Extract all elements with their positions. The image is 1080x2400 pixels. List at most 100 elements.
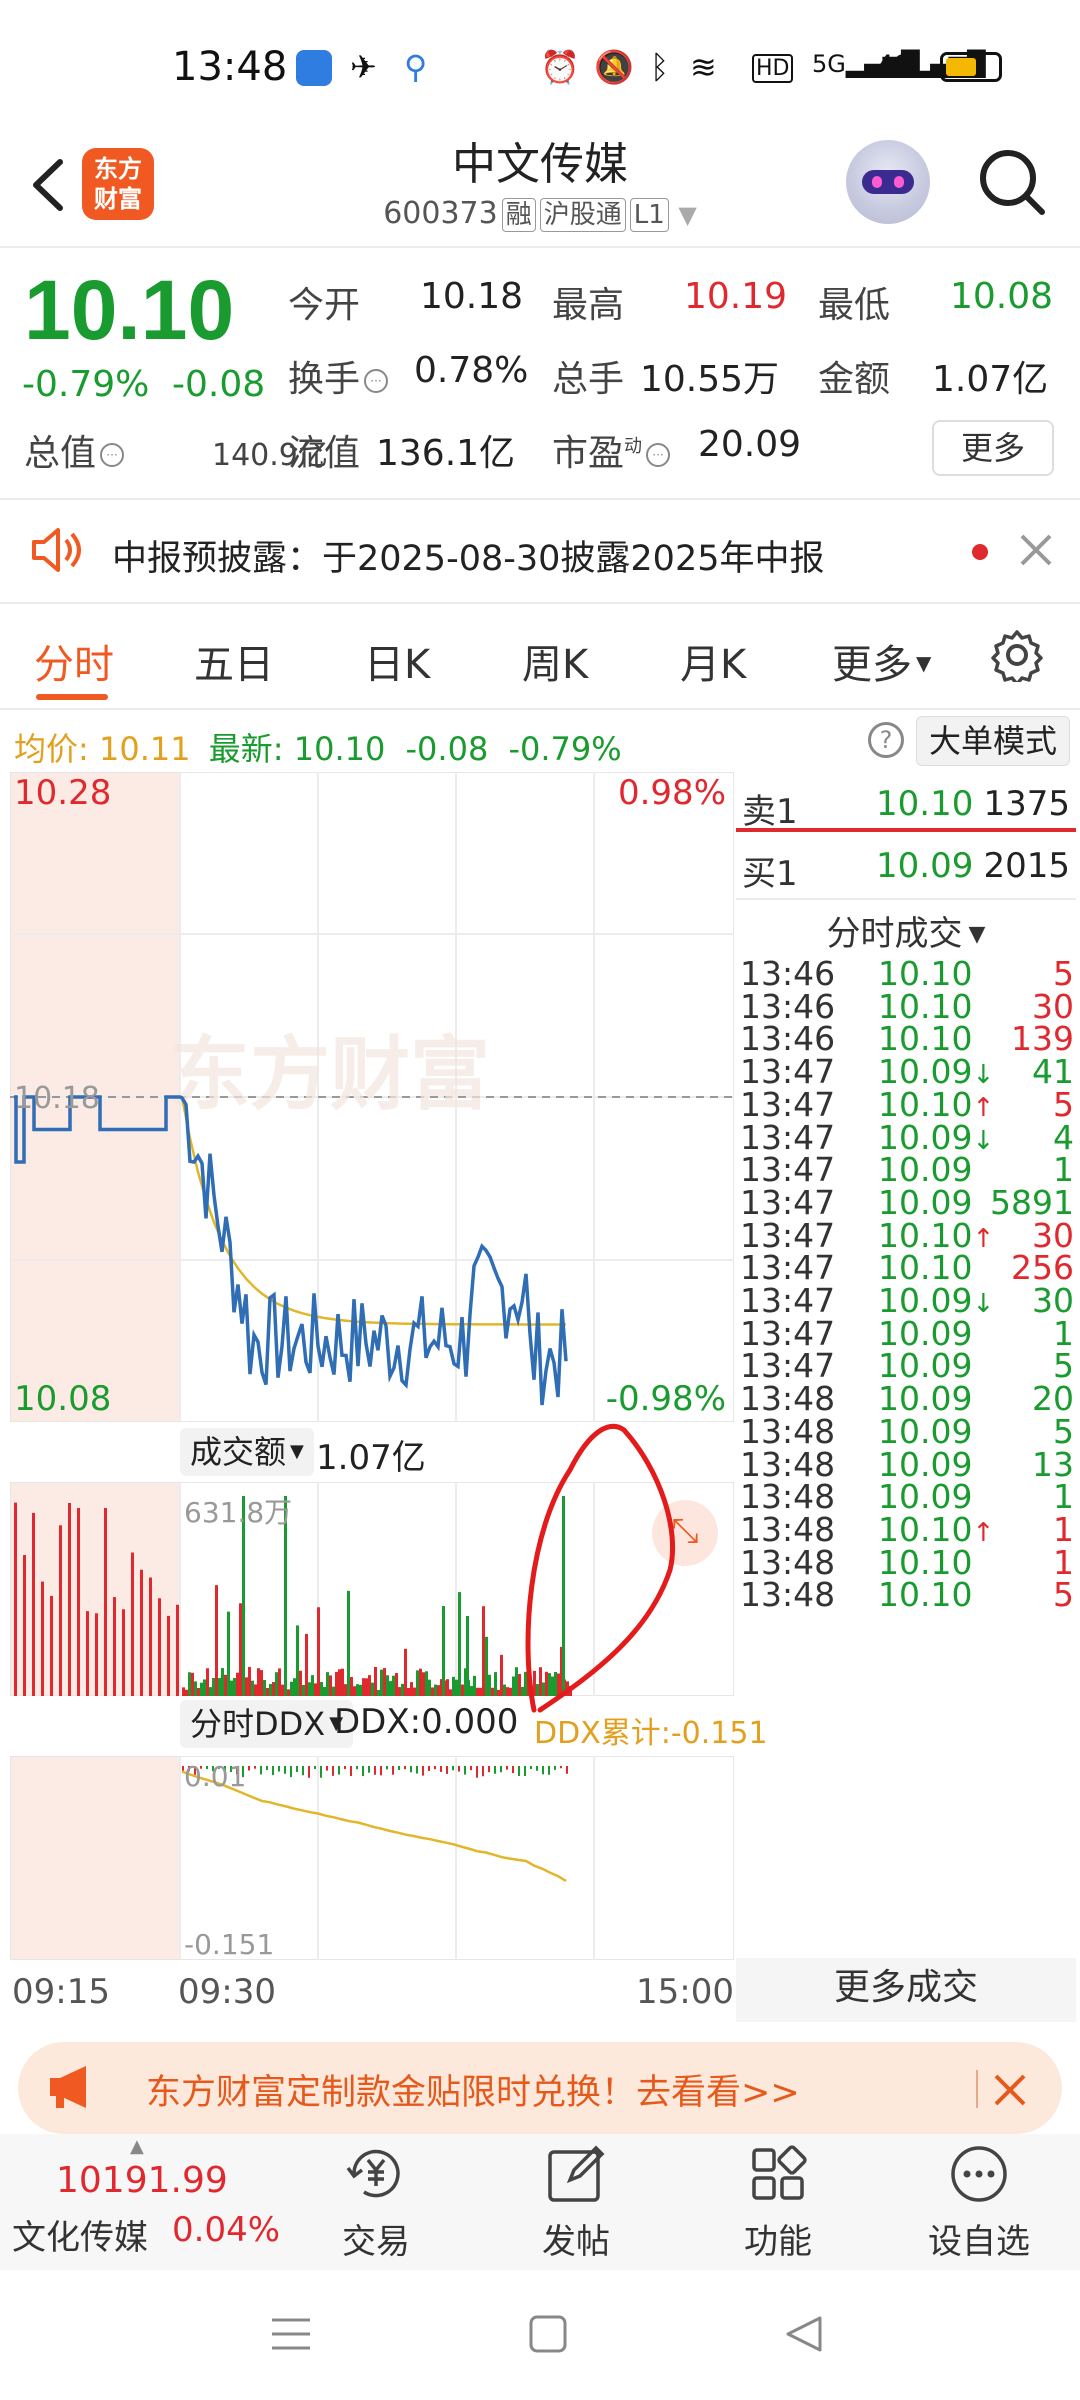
high-value: 10.19 bbox=[684, 276, 788, 317]
volume-bar bbox=[215, 1585, 218, 1696]
system-nav-bar bbox=[0, 2270, 1080, 2400]
menu-icon[interactable] bbox=[270, 2314, 312, 2354]
trade-time: 13:48 bbox=[740, 1575, 836, 1615]
ddx-bar bbox=[452, 1766, 454, 1771]
functions-button[interactable]: 功能 bbox=[718, 2142, 838, 2263]
ddx-bar bbox=[530, 1766, 532, 1769]
intraday-price-chart[interactable]: 东方财富 10.28 10.18 10.08 0.98% -0.98% bbox=[10, 772, 734, 1422]
volume-bar bbox=[473, 1675, 476, 1696]
ddx-bar bbox=[338, 1766, 340, 1775]
robot-icon bbox=[862, 170, 914, 194]
pe-label: 市盈动 ··· bbox=[552, 424, 674, 476]
volume-bar bbox=[224, 1674, 227, 1696]
volume-bar bbox=[332, 1686, 335, 1696]
volume-bar bbox=[353, 1686, 356, 1696]
ddx-bar bbox=[422, 1766, 424, 1776]
trades-header[interactable]: 分时成交 ▼ bbox=[736, 898, 1076, 955]
ddx-bar bbox=[350, 1766, 352, 1776]
volume-bar bbox=[512, 1676, 515, 1696]
volume-bar bbox=[251, 1680, 254, 1696]
info-icon[interactable]: ··· bbox=[646, 443, 671, 467]
volume-bar bbox=[449, 1689, 452, 1696]
divider bbox=[0, 602, 1080, 604]
announcement-text[interactable]: 中报预披露：于2025-08-30披露2025年中报 bbox=[112, 530, 824, 581]
volume-bar bbox=[494, 1672, 497, 1696]
functions-label: 功能 bbox=[744, 2222, 812, 2262]
help-icon[interactable]: ? bbox=[868, 722, 904, 758]
volume-bar bbox=[425, 1671, 428, 1696]
tab-weekly-k[interactable]: 周K bbox=[522, 632, 588, 690]
tab-intraday[interactable]: 分时 bbox=[34, 632, 114, 690]
ddx-bar bbox=[398, 1766, 400, 1771]
more-circle-icon bbox=[951, 2146, 1007, 2202]
change-value: -0.08 bbox=[172, 364, 266, 405]
more-trades-button[interactable]: 更多成交 bbox=[736, 1958, 1076, 2022]
ddx-bar bbox=[320, 1766, 322, 1778]
caret-down-icon: ▼ bbox=[916, 651, 932, 675]
ddx-bar bbox=[392, 1766, 394, 1775]
volume-bar bbox=[485, 1636, 488, 1696]
index-value: 10191.99 bbox=[56, 2160, 228, 2201]
info-icon[interactable]: ··· bbox=[100, 443, 125, 467]
big-order-mode-button[interactable]: 大单模式 bbox=[916, 716, 1070, 766]
trade-price: 10.10 bbox=[878, 1575, 973, 1615]
tab-five-day[interactable]: 五日 bbox=[194, 632, 274, 690]
volume-bar bbox=[452, 1676, 455, 1696]
sell1-row: 卖1 10.10 1375 bbox=[736, 770, 1076, 832]
volume-bar bbox=[230, 1680, 233, 1696]
ddx-bar bbox=[560, 1766, 562, 1769]
promo-text[interactable]: 东方财富定制款金贴限时兑换！去看看>> bbox=[146, 2064, 800, 2115]
index-ticker[interactable]: ▲ 10191.99 文化传媒 0.04% bbox=[0, 2134, 290, 2270]
ddx-bar bbox=[440, 1766, 442, 1772]
ddx-bar bbox=[362, 1766, 364, 1777]
volume-bar bbox=[122, 1609, 125, 1696]
post-button[interactable]: 发帖 bbox=[516, 2142, 636, 2263]
volume-bar bbox=[257, 1668, 260, 1696]
volume-bar bbox=[200, 1682, 203, 1696]
home-icon[interactable] bbox=[528, 2314, 568, 2354]
buy1-row: 买1 10.09 2015 bbox=[736, 832, 1076, 894]
ddx-bar bbox=[344, 1766, 346, 1769]
more-quote-button[interactable]: 更多 bbox=[932, 420, 1054, 476]
volume-bar bbox=[422, 1672, 425, 1696]
tab-monthly-k[interactable]: 月K bbox=[680, 632, 746, 690]
volume-bar bbox=[455, 1679, 458, 1696]
back-nav-icon[interactable] bbox=[784, 2314, 824, 2354]
latest-change: -0.08 bbox=[405, 730, 489, 768]
info-icon[interactable]: ··· bbox=[364, 369, 389, 393]
ddx-bar bbox=[494, 1766, 496, 1774]
low-label: 最低 bbox=[818, 285, 891, 326]
buy1-label: 买1 bbox=[742, 854, 798, 894]
ddx-bar bbox=[284, 1766, 286, 1774]
volume-bar bbox=[428, 1679, 431, 1696]
volume-bar bbox=[41, 1581, 44, 1696]
volume-bar bbox=[290, 1681, 293, 1696]
sell1-price: 10.10 bbox=[876, 784, 974, 824]
notification-app-icon bbox=[296, 50, 332, 86]
chart-settings-button[interactable] bbox=[990, 628, 1044, 686]
volume-bar bbox=[479, 1687, 482, 1696]
trade-row: 13:48 10.10 5 bbox=[740, 1575, 1074, 1625]
add-watchlist-button[interactable]: 设自选 bbox=[914, 2142, 1044, 2263]
volume-bar bbox=[191, 1672, 194, 1696]
trade-button[interactable]: 交易 bbox=[316, 2142, 436, 2263]
ddx-bar bbox=[416, 1766, 418, 1774]
volume-bar bbox=[383, 1668, 386, 1696]
search-button[interactable] bbox=[976, 146, 1048, 218]
volume-bar bbox=[506, 1687, 509, 1696]
volume-bar bbox=[278, 1668, 281, 1696]
tab-more[interactable]: 更多 ▼ bbox=[832, 632, 931, 690]
volume-bar bbox=[509, 1687, 512, 1696]
volume-bar bbox=[356, 1684, 359, 1696]
time-start: 09:15 bbox=[12, 1972, 110, 2012]
volume-bar bbox=[341, 1668, 344, 1696]
y-axis-top: 10.28 bbox=[14, 773, 111, 813]
close-announcement-button[interactable] bbox=[1016, 530, 1056, 574]
tab-daily-k[interactable]: 日K bbox=[364, 632, 430, 690]
volume-bar bbox=[362, 1678, 365, 1696]
buy1-price: 10.09 bbox=[876, 846, 974, 886]
ddx-bar bbox=[512, 1766, 514, 1774]
volume-bar bbox=[359, 1684, 362, 1696]
volume-bar bbox=[194, 1681, 197, 1696]
close-promo-button[interactable] bbox=[990, 2070, 1030, 2114]
